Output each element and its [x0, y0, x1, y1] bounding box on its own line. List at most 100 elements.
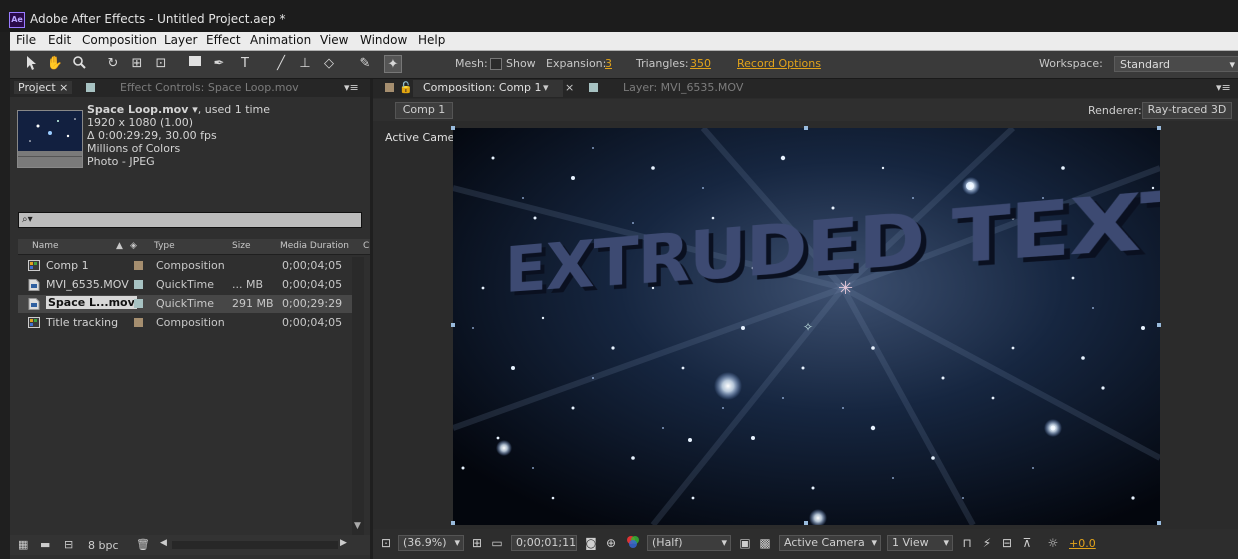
horizontal-scrollbar[interactable]: [172, 541, 338, 549]
roto-brush-tool-icon[interactable]: ✎: [356, 55, 374, 73]
footage-codec: Photo - JPEG: [87, 155, 155, 168]
bit-depth-toggle[interactable]: 8 bpc: [88, 539, 119, 552]
record-options-link[interactable]: Record Options: [737, 57, 821, 70]
tab-effect-controls[interactable]: Effect Controls: Space Loop.mov: [120, 81, 299, 94]
zoom-tool-icon[interactable]: [70, 55, 88, 73]
project-row-mvi-6535[interactable]: MVI_6535.MOV QuickTime ... MB 0;00;04;05: [18, 276, 362, 294]
reset-exposure-icon[interactable]: ☼: [1045, 535, 1061, 551]
row-duration: 0;00;04;05: [282, 316, 342, 329]
composition-viewer[interactable]: EXTRUDED TEXT EXTRUDED TEXT ✳ ✧: [453, 128, 1160, 525]
trash-icon[interactable]: 🗑: [136, 538, 150, 551]
timeline-icon[interactable]: ⊟: [999, 535, 1015, 551]
menu-animation[interactable]: Animation: [250, 33, 311, 47]
menu-help[interactable]: Help: [418, 33, 445, 47]
exposure-value[interactable]: +0.0: [1069, 537, 1096, 550]
scroll-left-arrow-icon[interactable]: ◀: [160, 538, 167, 548]
resolution-select[interactable]: (Half) ▾: [647, 535, 731, 551]
label-column-tag-icon[interactable]: ◈: [130, 241, 137, 251]
project-footer-bar: ▦ ▬ ⊟ 8 bpc 🗑 ◀ ▶: [10, 535, 370, 555]
new-folder-icon[interactable]: ▬: [40, 538, 50, 551]
pan-behind-tool-icon[interactable]: ⊡: [152, 55, 170, 73]
project-search-input[interactable]: ⌕▾: [18, 212, 362, 228]
clone-stamp-tool-icon[interactable]: ⊥: [296, 55, 314, 73]
tools-toolbar: ✋ ↻ ⊞ ⊡ ✒ T ╱ ⊥ ◇ ✎ ✦ Mesh: Show Expansi…: [10, 51, 1238, 79]
snapshot-camera-icon[interactable]: ◙: [583, 535, 599, 551]
label-color-chip[interactable]: [134, 299, 143, 308]
column-extra[interactable]: C: [363, 241, 369, 251]
chevron-down-icon[interactable]: ▾: [543, 81, 549, 94]
flowchart-view-icon[interactable]: ⊼: [1019, 535, 1035, 551]
row-name: Space L...mov: [46, 296, 137, 309]
project-vertical-scrollbar[interactable]: ▼: [352, 257, 364, 535]
row-size: ... MB: [232, 278, 263, 291]
channel-rgb-icon[interactable]: [625, 535, 641, 551]
footage-name[interactable]: Space Loop.mov ▾: [87, 103, 198, 116]
label-color-chip[interactable]: [134, 318, 143, 327]
comp-label-chip: [385, 83, 394, 92]
label-color-chip[interactable]: [134, 280, 143, 289]
workspace-select[interactable]: Standard ▾: [1114, 56, 1238, 72]
row-duration: 0;00;29:29: [282, 297, 342, 310]
menu-file[interactable]: File: [16, 33, 36, 47]
expansion-value[interactable]: 3: [605, 57, 612, 70]
panel-menu-icon[interactable]: ▾≡: [344, 81, 359, 94]
tab-composition[interactable]: Composition: Comp 1: [423, 81, 542, 94]
tab-project[interactable]: Project ×: [14, 81, 72, 94]
puppet-pin-tool-icon[interactable]: ✦: [384, 55, 402, 73]
selection-tool-icon[interactable]: [22, 55, 40, 73]
panel-menu-icon[interactable]: ▾≡: [1216, 81, 1231, 94]
show-snapshot-icon[interactable]: ⊕: [603, 535, 619, 551]
magnification-select[interactable]: (36.9%) ▾: [398, 535, 464, 551]
renderer-select[interactable]: Ray-traced 3D: [1142, 102, 1232, 119]
toggle-mask-icon[interactable]: ▭: [489, 535, 505, 551]
menu-bar: File Edit Composition Layer Effect Anima…: [10, 32, 1238, 51]
project-row-comp-1[interactable]: Comp 1 Composition 0;00;04;05 ⊼: [18, 257, 362, 275]
grid-guides-icon[interactable]: ⊞: [469, 535, 485, 551]
scroll-right-arrow-icon[interactable]: ▶: [340, 538, 347, 548]
column-media-duration[interactable]: Media Duration: [280, 241, 349, 251]
3d-view-select[interactable]: Active Camera ▾: [779, 535, 881, 551]
interpret-footage-icon[interactable]: ▦: [18, 538, 28, 551]
toggle-pixel-aspect-icon[interactable]: ⊓: [959, 535, 975, 551]
brush-tool-icon[interactable]: ╱: [272, 55, 290, 73]
always-preview-icon[interactable]: ⊡: [378, 535, 394, 551]
project-panel: Project × Effect Controls: Space Loop.mo…: [10, 79, 370, 559]
close-tab-icon[interactable]: ×: [565, 81, 574, 94]
lock-icon[interactable]: 🔓: [399, 81, 413, 94]
triangles-value[interactable]: 350: [690, 57, 711, 70]
transparency-grid-icon[interactable]: ▩: [757, 535, 773, 551]
composition-panel: 🔓 Composition: Comp 1 ▾ × Layer: MVI_653…: [373, 79, 1238, 559]
column-name[interactable]: Name: [32, 241, 59, 251]
rectangle-tool-icon[interactable]: [186, 55, 204, 73]
menu-effect[interactable]: Effect: [206, 33, 241, 47]
scroll-down-arrow-icon[interactable]: ▼: [354, 521, 361, 531]
column-size[interactable]: Size: [232, 241, 250, 251]
menu-view[interactable]: View: [320, 33, 348, 47]
rotate-tool-icon[interactable]: ↻: [104, 55, 122, 73]
light-anchor-icon[interactable]: ✳: [838, 278, 853, 299]
view-layout-select[interactable]: 1 View ▾: [887, 535, 953, 551]
menu-composition[interactable]: Composition: [82, 33, 157, 47]
tab-layer[interactable]: Layer: MVI_6535.MOV: [623, 81, 743, 94]
pen-tool-icon[interactable]: ✒: [210, 55, 228, 73]
current-time-display[interactable]: 0;00;01;11: [511, 535, 577, 551]
camera-target-icon[interactable]: ✧: [803, 320, 813, 334]
hand-tool-icon[interactable]: ✋: [46, 55, 64, 73]
camera-tool-icon[interactable]: ⊞: [128, 55, 146, 73]
menu-layer[interactable]: Layer: [164, 33, 197, 47]
new-composition-icon[interactable]: ⊟: [64, 538, 73, 551]
project-row-space-loop-selected[interactable]: Space L...mov QuickTime 291 MB 0;00;29:2…: [18, 295, 362, 313]
row-type: QuickTime: [156, 278, 214, 291]
eraser-tool-icon[interactable]: ◇: [320, 55, 338, 73]
column-type[interactable]: Type: [154, 241, 175, 251]
menu-edit[interactable]: Edit: [48, 33, 71, 47]
fast-previews-icon[interactable]: ⚡: [979, 535, 995, 551]
menu-window[interactable]: Window: [360, 33, 407, 47]
project-row-title-tracking[interactable]: Title tracking Composition 0;00;04;05: [18, 314, 362, 332]
comp-1-button[interactable]: Comp 1: [395, 102, 453, 119]
label-color-chip[interactable]: [134, 261, 143, 270]
mesh-show-checkbox[interactable]: [490, 58, 502, 70]
region-of-interest-icon[interactable]: ▣: [737, 535, 753, 551]
row-name: MVI_6535.MOV: [46, 278, 129, 291]
type-tool-icon[interactable]: T: [236, 55, 254, 73]
